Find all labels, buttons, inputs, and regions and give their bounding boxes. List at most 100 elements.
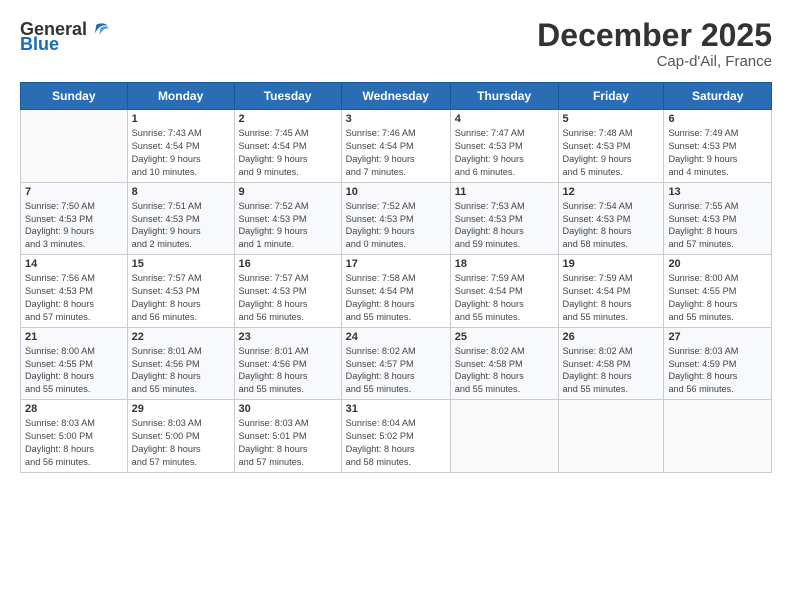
calendar-cell: 30 Sunrise: 8:03 AMSunset: 5:01 PMDayligh… <box>234 400 341 473</box>
calendar-cell: 3Sunrise: 7:46 AMSunset: 4:54 PMDaylight… <box>341 110 450 183</box>
day-number: 25 <box>455 331 554 343</box>
calendar-cell: 20 Sunrise: 8:00 AMSunset: 4:55 PMDayligh… <box>664 255 772 328</box>
calendar-cell: 4 Sunrise: 7:47 AMSunset: 4:53 PMDaylight… <box>450 110 558 183</box>
day-number: 18 <box>455 258 554 270</box>
weekday-header-thursday: Thursday <box>450 83 558 110</box>
day-number: 20 <box>668 258 767 270</box>
day-info: Sunrise: 7:45 AMSunset: 4:54 PMDaylight:… <box>239 127 337 179</box>
calendar-cell: 2 Sunrise: 7:45 AMSunset: 4:54 PMDaylight… <box>234 110 341 183</box>
calendar-cell <box>21 110 128 183</box>
calendar-cell: 28 Sunrise: 8:03 AMSunset: 5:00 PMDayligh… <box>21 400 128 473</box>
weekday-header-row: SundayMondayTuesdayWednesdayThursdayFrid… <box>21 83 772 110</box>
weekday-header-saturday: Saturday <box>664 83 772 110</box>
calendar-cell: 15Sunrise: 7:57 AMSunset: 4:53 PMDayligh… <box>127 255 234 328</box>
calendar-cell: 14Sunrise: 7:56 AMSunset: 4:53 PMDayligh… <box>21 255 128 328</box>
calendar-cell <box>664 400 772 473</box>
day-number: 29 <box>132 403 230 415</box>
calendar-cell: 26 Sunrise: 8:02 AMSunset: 4:58 PMDayligh… <box>558 327 664 400</box>
day-info: Sunrise: 8:03 AMSunset: 5:00 PMDaylight:… <box>132 417 230 469</box>
day-number: 4 <box>455 113 554 125</box>
calendar-week-2: 7 Sunrise: 7:50 AMSunset: 4:53 PMDaylight… <box>21 182 772 255</box>
calendar-cell: 31 Sunrise: 8:04 AMSunset: 5:02 PMDayligh… <box>341 400 450 473</box>
weekday-header-sunday: Sunday <box>21 83 128 110</box>
day-info: Sunrise: 8:01 AMSunset: 4:56 PMDaylight:… <box>132 345 230 397</box>
day-info: Sunrise: 8:02 AMSunset: 4:58 PMDaylight:… <box>563 345 660 397</box>
day-info: Sunrise: 8:03 AMSunset: 4:59 PMDaylight:… <box>668 345 767 397</box>
calendar-cell: 9Sunrise: 7:52 AMSunset: 4:53 PMDaylight… <box>234 182 341 255</box>
calendar-week-1: 1 Sunrise: 7:43 AMSunset: 4:54 PMDaylight… <box>21 110 772 183</box>
calendar-cell <box>558 400 664 473</box>
weekday-header-tuesday: Tuesday <box>234 83 341 110</box>
day-info: Sunrise: 8:02 AMSunset: 4:58 PMDaylight:… <box>455 345 554 397</box>
page: General Blue December 2025 Cap-d'Ail, Fr… <box>0 0 792 483</box>
day-number: 17 <box>346 258 446 270</box>
calendar-cell <box>450 400 558 473</box>
day-info: Sunrise: 7:48 AMSunset: 4:53 PMDaylight:… <box>563 127 660 179</box>
day-number: 7 <box>25 186 123 198</box>
weekday-header-wednesday: Wednesday <box>341 83 450 110</box>
day-info: Sunrise: 8:02 AMSunset: 4:57 PMDaylight:… <box>346 345 446 397</box>
month-title: December 2025 <box>537 18 772 53</box>
day-number: 30 <box>239 403 337 415</box>
day-info: Sunrise: 8:03 AMSunset: 5:01 PMDaylight:… <box>239 417 337 469</box>
day-number: 13 <box>668 186 767 198</box>
day-info: Sunrise: 7:52 AMSunset: 4:53 PMDaylight:… <box>239 200 337 252</box>
calendar: SundayMondayTuesdayWednesdayThursdayFrid… <box>20 82 772 473</box>
day-number: 22 <box>132 331 230 343</box>
calendar-cell: 8Sunrise: 7:51 AMSunset: 4:53 PMDaylight… <box>127 182 234 255</box>
day-number: 24 <box>346 331 446 343</box>
calendar-cell: 25 Sunrise: 8:02 AMSunset: 4:58 PMDayligh… <box>450 327 558 400</box>
calendar-cell: 13 Sunrise: 7:55 AMSunset: 4:53 PMDayligh… <box>664 182 772 255</box>
day-info: Sunrise: 7:50 AMSunset: 4:53 PMDaylight:… <box>25 200 123 252</box>
calendar-cell: 11 Sunrise: 7:53 AMSunset: 4:53 PMDayligh… <box>450 182 558 255</box>
calendar-cell: 29 Sunrise: 8:03 AMSunset: 5:00 PMDayligh… <box>127 400 234 473</box>
calendar-cell: 5Sunrise: 7:48 AMSunset: 4:53 PMDaylight… <box>558 110 664 183</box>
calendar-cell: 7 Sunrise: 7:50 AMSunset: 4:53 PMDaylight… <box>21 182 128 255</box>
day-info: Sunrise: 7:53 AMSunset: 4:53 PMDaylight:… <box>455 200 554 252</box>
calendar-cell: 1 Sunrise: 7:43 AMSunset: 4:54 PMDaylight… <box>127 110 234 183</box>
day-number: 27 <box>668 331 767 343</box>
header: General Blue December 2025 Cap-d'Ail, Fr… <box>20 18 772 70</box>
location-title: Cap-d'Ail, France <box>537 53 772 70</box>
day-number: 2 <box>239 113 337 125</box>
day-info: Sunrise: 7:55 AMSunset: 4:53 PMDaylight:… <box>668 200 767 252</box>
day-number: 10 <box>346 186 446 198</box>
day-number: 16 <box>239 258 337 270</box>
day-number: 21 <box>25 331 123 343</box>
day-info: Sunrise: 8:03 AMSunset: 5:00 PMDaylight:… <box>25 417 123 469</box>
weekday-header-monday: Monday <box>127 83 234 110</box>
calendar-cell: 16 Sunrise: 7:57 AMSunset: 4:53 PMDayligh… <box>234 255 341 328</box>
weekday-header-friday: Friday <box>558 83 664 110</box>
calendar-cell: 12Sunrise: 7:54 AMSunset: 4:53 PMDayligh… <box>558 182 664 255</box>
day-number: 12 <box>563 186 660 198</box>
calendar-cell: 17Sunrise: 7:58 AMSunset: 4:54 PMDayligh… <box>341 255 450 328</box>
day-info: Sunrise: 8:04 AMSunset: 5:02 PMDaylight:… <box>346 417 446 469</box>
day-info: Sunrise: 7:47 AMSunset: 4:53 PMDaylight:… <box>455 127 554 179</box>
logo: General Blue <box>20 18 111 55</box>
day-info: Sunrise: 7:51 AMSunset: 4:53 PMDaylight:… <box>132 200 230 252</box>
day-number: 19 <box>563 258 660 270</box>
calendar-cell: 19 Sunrise: 7:59 AMSunset: 4:54 PMDayligh… <box>558 255 664 328</box>
calendar-cell: 27 Sunrise: 8:03 AMSunset: 4:59 PMDayligh… <box>664 327 772 400</box>
calendar-week-4: 21 Sunrise: 8:00 AMSunset: 4:55 PMDayligh… <box>21 327 772 400</box>
day-number: 3 <box>346 113 446 125</box>
calendar-cell: 18 Sunrise: 7:59 AMSunset: 4:54 PMDayligh… <box>450 255 558 328</box>
day-info: Sunrise: 8:00 AMSunset: 4:55 PMDaylight:… <box>25 345 123 397</box>
day-number: 11 <box>455 186 554 198</box>
day-number: 28 <box>25 403 123 415</box>
day-number: 1 <box>132 113 230 125</box>
day-info: Sunrise: 7:59 AMSunset: 4:54 PMDaylight:… <box>563 272 660 324</box>
day-number: 26 <box>563 331 660 343</box>
day-info: Sunrise: 7:57 AMSunset: 4:53 PMDaylight:… <box>239 272 337 324</box>
day-number: 15 <box>132 258 230 270</box>
day-info: Sunrise: 7:59 AMSunset: 4:54 PMDaylight:… <box>455 272 554 324</box>
day-info: Sunrise: 7:52 AMSunset: 4:53 PMDaylight:… <box>346 200 446 252</box>
day-info: Sunrise: 7:56 AMSunset: 4:53 PMDaylight:… <box>25 272 123 324</box>
calendar-cell: 24 Sunrise: 8:02 AMSunset: 4:57 PMDayligh… <box>341 327 450 400</box>
day-info: Sunrise: 7:43 AMSunset: 4:54 PMDaylight:… <box>132 127 230 179</box>
day-info: Sunrise: 7:49 AMSunset: 4:53 PMDaylight:… <box>668 127 767 179</box>
day-info: Sunrise: 8:00 AMSunset: 4:55 PMDaylight:… <box>668 272 767 324</box>
day-number: 31 <box>346 403 446 415</box>
calendar-cell: 10 Sunrise: 7:52 AMSunset: 4:53 PMDayligh… <box>341 182 450 255</box>
day-info: Sunrise: 8:01 AMSunset: 4:56 PMDaylight:… <box>239 345 337 397</box>
